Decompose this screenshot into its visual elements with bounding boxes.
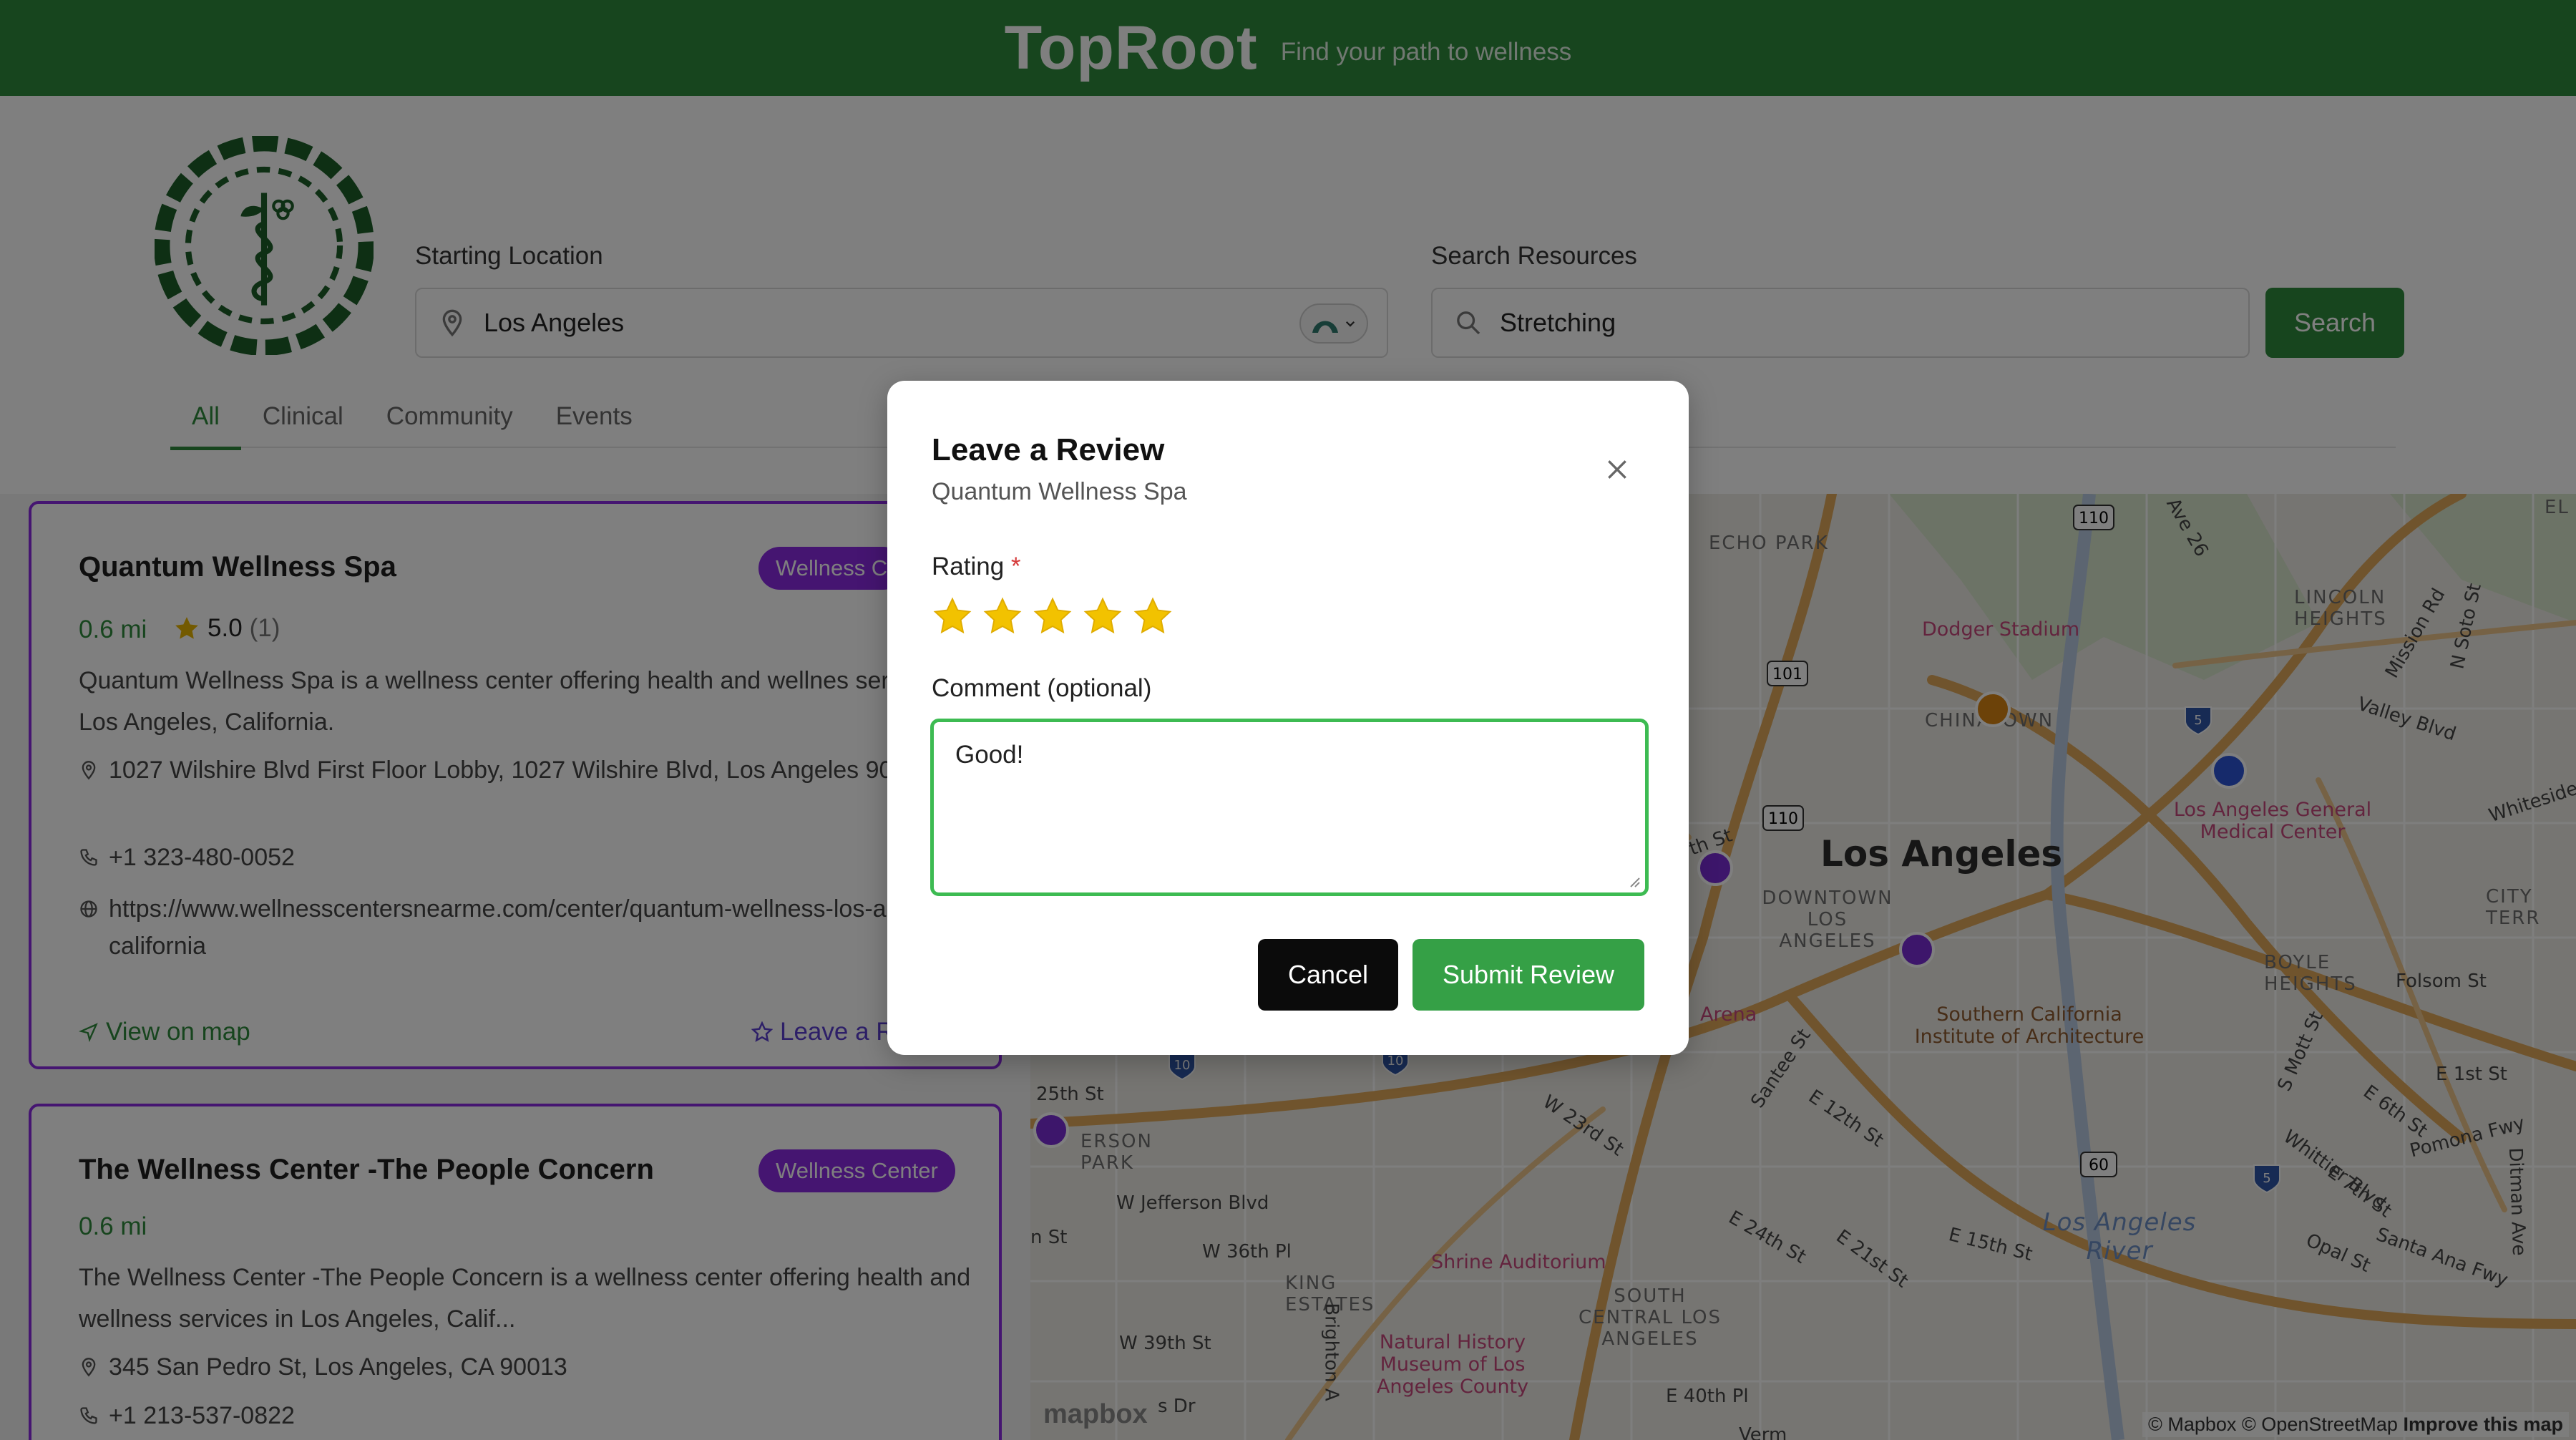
star-icon[interactable] bbox=[932, 595, 973, 637]
star-icon[interactable] bbox=[1082, 595, 1123, 637]
star-icon[interactable] bbox=[1032, 595, 1073, 637]
dialog-title: Leave a Review bbox=[932, 432, 1165, 467]
comment-label: Comment (optional) bbox=[932, 674, 1152, 702]
resize-handle-icon[interactable] bbox=[1626, 874, 1641, 888]
dialog-subtitle: Quantum Wellness Spa bbox=[932, 478, 1187, 505]
submit-review-button[interactable]: Submit Review bbox=[1413, 939, 1644, 1011]
comment-value: Good! bbox=[955, 741, 1024, 769]
comment-textarea[interactable]: Good! bbox=[930, 719, 1649, 896]
rating-label: Rating * bbox=[932, 553, 1021, 581]
star-rating-input[interactable] bbox=[932, 595, 1174, 637]
required-marker: * bbox=[1010, 553, 1021, 580]
rating-label-text: Rating bbox=[932, 553, 1005, 580]
review-dialog: Leave a Review Quantum Wellness Spa Rati… bbox=[887, 381, 1689, 1055]
star-icon[interactable] bbox=[1132, 595, 1174, 637]
cancel-button[interactable]: Cancel bbox=[1258, 939, 1398, 1011]
star-icon[interactable] bbox=[982, 595, 1023, 637]
close-icon[interactable] bbox=[1603, 455, 1631, 484]
